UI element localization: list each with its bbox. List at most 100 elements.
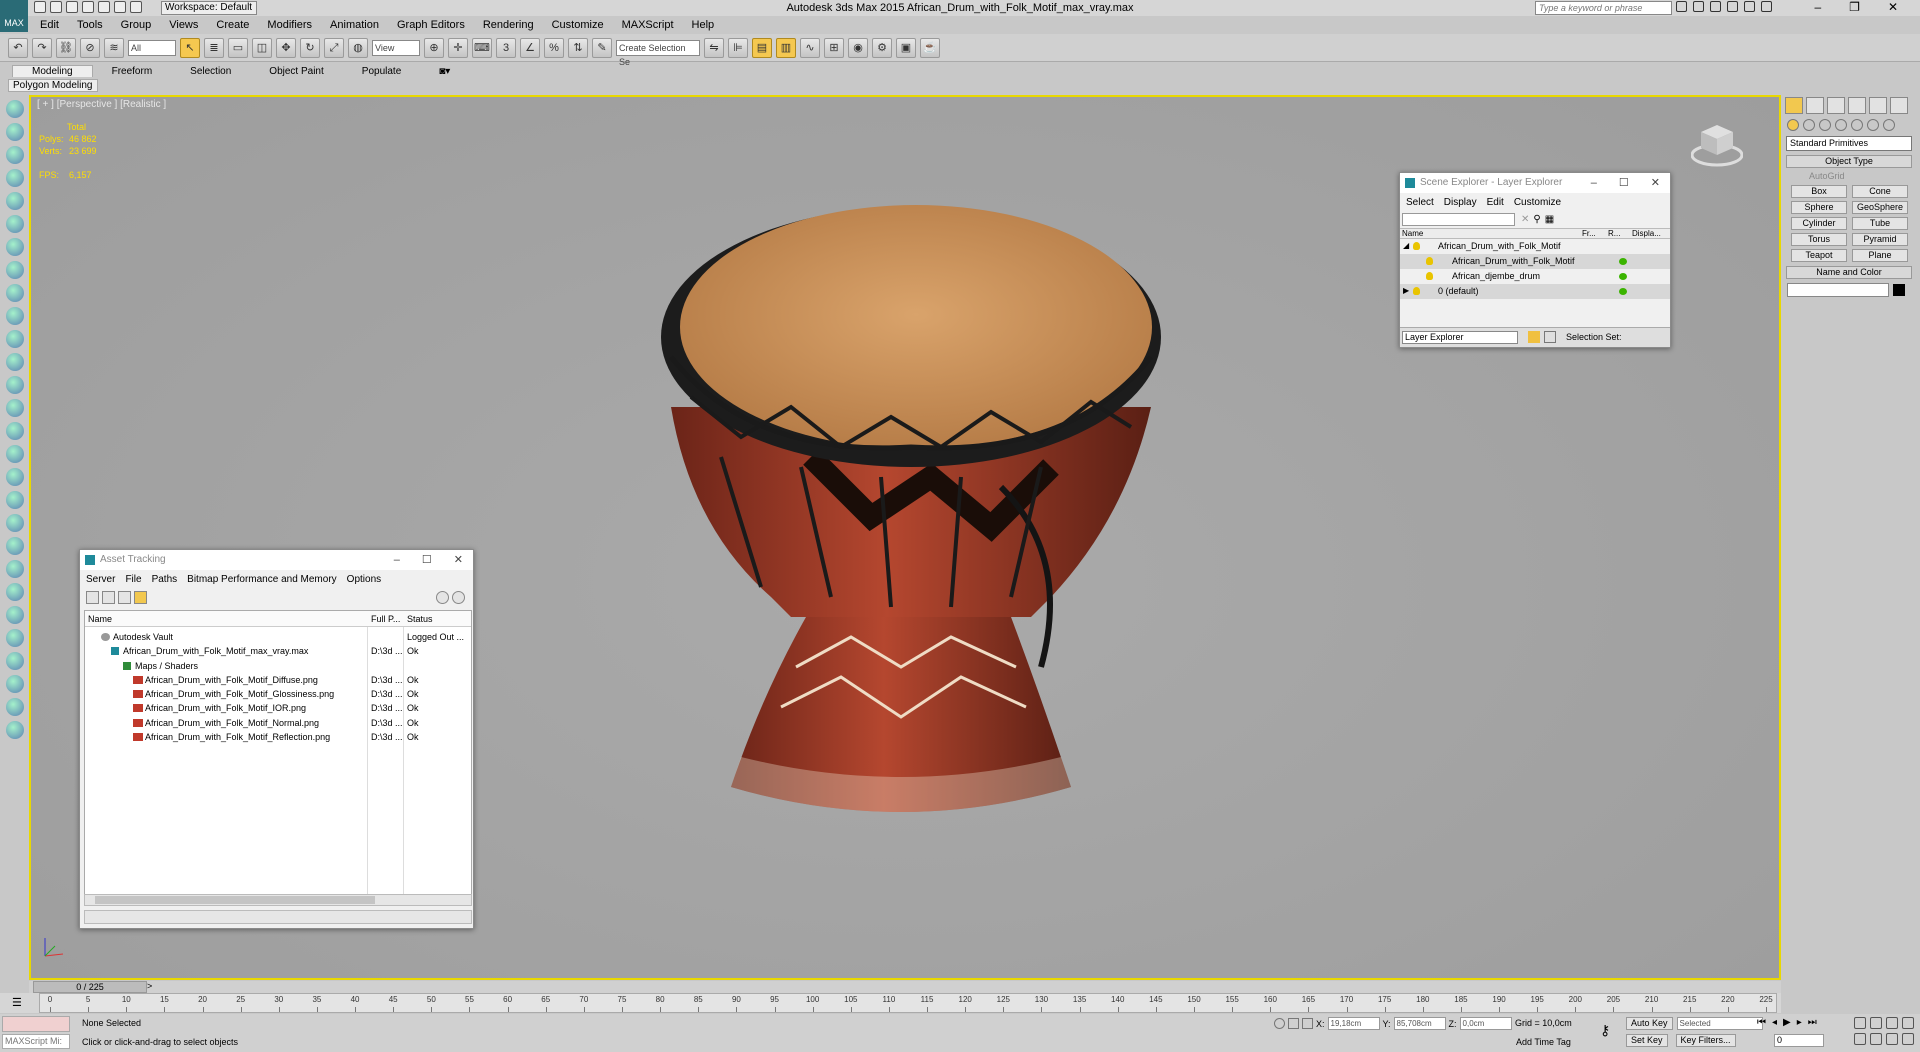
track-bar[interactable]: ☰ 0 5 10 15 20 25 30 35 40 45 50 55 60 65 70 75 80 85 90 95… xyxy=(0,993,1781,1013)
spinner-snap-icon[interactable]: ⇅ xyxy=(568,37,588,58)
tool-icon[interactable] xyxy=(5,146,24,164)
key-filters-button[interactable]: Key Filters... xyxy=(1675,1034,1736,1047)
maximize-icon[interactable]: ☐ xyxy=(422,550,432,570)
window-crossing-icon[interactable]: ◫ xyxy=(252,37,272,58)
rotate-icon[interactable]: ↻ xyxy=(300,37,320,58)
tree-row[interactable]: African_Drum_with_Folk_Motif xyxy=(1400,254,1670,269)
render-on-icon[interactable] xyxy=(1619,273,1627,280)
tool-icon[interactable] xyxy=(5,583,24,601)
tool-icon[interactable] xyxy=(5,721,24,739)
current-frame-input[interactable]: 0 xyxy=(1774,1034,1824,1047)
at-menu-bitmap[interactable]: Bitmap Performance and Memory xyxy=(187,574,337,585)
close-icon[interactable]: ✕ xyxy=(1651,173,1660,193)
maximize-viewport-icon[interactable] xyxy=(1902,1033,1914,1045)
fetch-icon[interactable] xyxy=(130,1,142,13)
select-by-name-icon[interactable]: ≣ xyxy=(204,37,224,58)
se-col-display[interactable]: Displa... xyxy=(1632,229,1661,238)
tool-icon[interactable] xyxy=(5,445,24,463)
close-icon[interactable]: ✕ xyxy=(454,550,463,570)
list-view-icon[interactable] xyxy=(102,591,115,604)
menu-views[interactable]: Views xyxy=(169,19,198,31)
tool-icon[interactable] xyxy=(5,422,24,440)
menu-maxscript[interactable]: MAXScript xyxy=(622,19,674,31)
isolate-icon[interactable] xyxy=(1274,1018,1285,1029)
app-menu-button[interactable]: MAX xyxy=(0,0,28,32)
selection-filter-dropdown[interactable]: All xyxy=(128,39,176,56)
unlink-icon[interactable]: ⊘ xyxy=(80,37,100,58)
vault-connect-icon[interactable] xyxy=(436,591,449,604)
find-icon[interactable]: ⚲ xyxy=(1533,214,1540,225)
hierarchy-mode-icon[interactable] xyxy=(1544,331,1556,343)
modify-tab-icon[interactable] xyxy=(1806,97,1824,114)
pan-icon[interactable] xyxy=(1870,1033,1882,1045)
undo-icon[interactable]: ↶ xyxy=(8,37,28,58)
tool-icon[interactable] xyxy=(5,330,24,348)
communication-icon[interactable] xyxy=(1693,1,1704,12)
se-col-name[interactable]: Name xyxy=(1402,229,1423,238)
at-menu-server[interactable]: Server xyxy=(86,574,115,585)
hierarchy-tab-icon[interactable] xyxy=(1827,97,1845,114)
goto-end-icon[interactable]: ⏭ xyxy=(1808,1017,1817,1028)
object-color-swatch[interactable] xyxy=(1893,284,1905,296)
bulb-icon[interactable] xyxy=(1413,287,1420,295)
orbit-icon[interactable] xyxy=(1886,1033,1898,1045)
star-icon[interactable] xyxy=(1727,1,1738,12)
object-type-rollout[interactable]: Object Type xyxy=(1786,155,1912,168)
menu-modifiers[interactable]: Modifiers xyxy=(267,19,312,31)
minimize-icon[interactable]: – xyxy=(394,550,400,570)
box-button[interactable]: Box xyxy=(1791,185,1847,198)
object-name-input[interactable] xyxy=(1787,283,1889,297)
ribbon-options-icon[interactable]: ◙▾ xyxy=(420,66,469,77)
render-on-icon[interactable] xyxy=(1619,288,1627,295)
curve-editor-icon[interactable]: ∿ xyxy=(800,37,820,58)
cameras-icon[interactable] xyxy=(1835,119,1847,131)
key-selection-dropdown[interactable]: Selected xyxy=(1676,1017,1763,1030)
minimize-icon[interactable]: – xyxy=(1591,173,1597,193)
maxscript-listener-input[interactable] xyxy=(2,1016,70,1032)
polygon-modeling-panel[interactable]: Polygon Modeling xyxy=(8,79,98,92)
teapot-button[interactable]: Teapot xyxy=(1791,249,1847,262)
time-slider[interactable]: 0 / 225 > xyxy=(29,981,1781,993)
tool-icon[interactable] xyxy=(5,698,24,716)
tab-populate[interactable]: Populate xyxy=(343,66,420,77)
binoculars-icon[interactable] xyxy=(1676,1,1687,12)
tab-selection[interactable]: Selection xyxy=(171,66,250,77)
zoom-extents-icon[interactable] xyxy=(1886,1017,1898,1029)
asset-row[interactable]: African_Drum_with_Folk_Motif_Diffuse.png… xyxy=(85,673,471,687)
thumbnail-view-icon[interactable] xyxy=(118,591,131,604)
exchange-icon[interactable] xyxy=(1744,1,1755,12)
clear-filter-icon[interactable]: ✕ xyxy=(1521,214,1529,225)
se-menu-display[interactable]: Display xyxy=(1444,197,1477,208)
bind-spacewarp-icon[interactable]: ≋ xyxy=(104,37,124,58)
expand-arrow-icon[interactable]: ▶ xyxy=(1403,284,1409,298)
select-icon[interactable]: ▦ xyxy=(1545,214,1554,225)
name-and-color-rollout[interactable]: Name and Color xyxy=(1786,266,1912,279)
at-col-name[interactable]: Name xyxy=(88,611,112,626)
tool-icon[interactable] xyxy=(5,675,24,693)
create-tab-icon[interactable] xyxy=(1785,97,1803,114)
hold-icon[interactable] xyxy=(114,1,126,13)
tube-button[interactable]: Tube xyxy=(1852,217,1908,230)
scene-explorer-titlebar[interactable]: Scene Explorer - Layer Explorer – ☐ ✕ xyxy=(1400,173,1670,193)
motion-tab-icon[interactable] xyxy=(1848,97,1866,114)
zoom-all-icon[interactable] xyxy=(1870,1017,1882,1029)
selection-lock-icon[interactable] xyxy=(1288,1018,1299,1029)
menu-group[interactable]: Group xyxy=(121,19,152,31)
collapse-arrow-icon[interactable]: ◢ xyxy=(1403,239,1409,253)
scene-explorer-icon[interactable]: ▥ xyxy=(776,37,796,58)
tab-freeform[interactable]: Freeform xyxy=(93,66,172,77)
play-icon[interactable]: ▶ xyxy=(1783,1017,1791,1028)
refresh-icon[interactable] xyxy=(86,591,99,604)
maxscript-mini-listener[interactable]: MAXScript Mi: xyxy=(2,1034,70,1049)
tool-icon[interactable] xyxy=(5,238,24,256)
redo-icon[interactable] xyxy=(98,1,110,13)
undo-icon[interactable] xyxy=(82,1,94,13)
tool-icon[interactable] xyxy=(5,215,24,233)
tool-icon[interactable] xyxy=(5,307,24,325)
tool-icon[interactable] xyxy=(5,652,24,670)
bulb-icon[interactable] xyxy=(1413,242,1420,250)
tool-icon[interactable] xyxy=(5,100,24,118)
layer-explorer-icon[interactable]: ▤ xyxy=(752,37,772,58)
tab-object-paint[interactable]: Object Paint xyxy=(250,66,342,77)
add-time-tag[interactable]: Add Time Tag xyxy=(1516,1037,1571,1047)
